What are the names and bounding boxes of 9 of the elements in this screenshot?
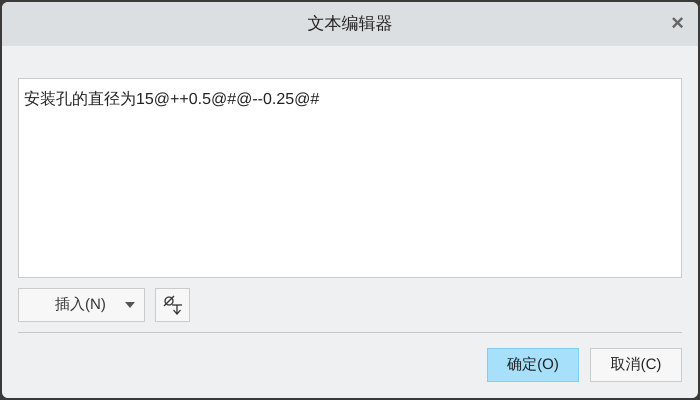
close-button[interactable]: × xyxy=(667,12,688,34)
text-field[interactable]: 安装孔的直径为15@++0.5@#@--0.25@# xyxy=(18,78,682,278)
diameter-depth-icon xyxy=(162,294,184,316)
window-title: 文本编辑器 xyxy=(308,13,392,36)
cancel-button[interactable]: 取消(C) xyxy=(590,348,682,382)
insert-dropdown[interactable]: 插入(N) xyxy=(18,288,145,322)
caret-icon xyxy=(124,301,136,309)
ok-button[interactable]: 确定(O) xyxy=(487,348,579,382)
symbol-button[interactable] xyxy=(155,288,190,322)
